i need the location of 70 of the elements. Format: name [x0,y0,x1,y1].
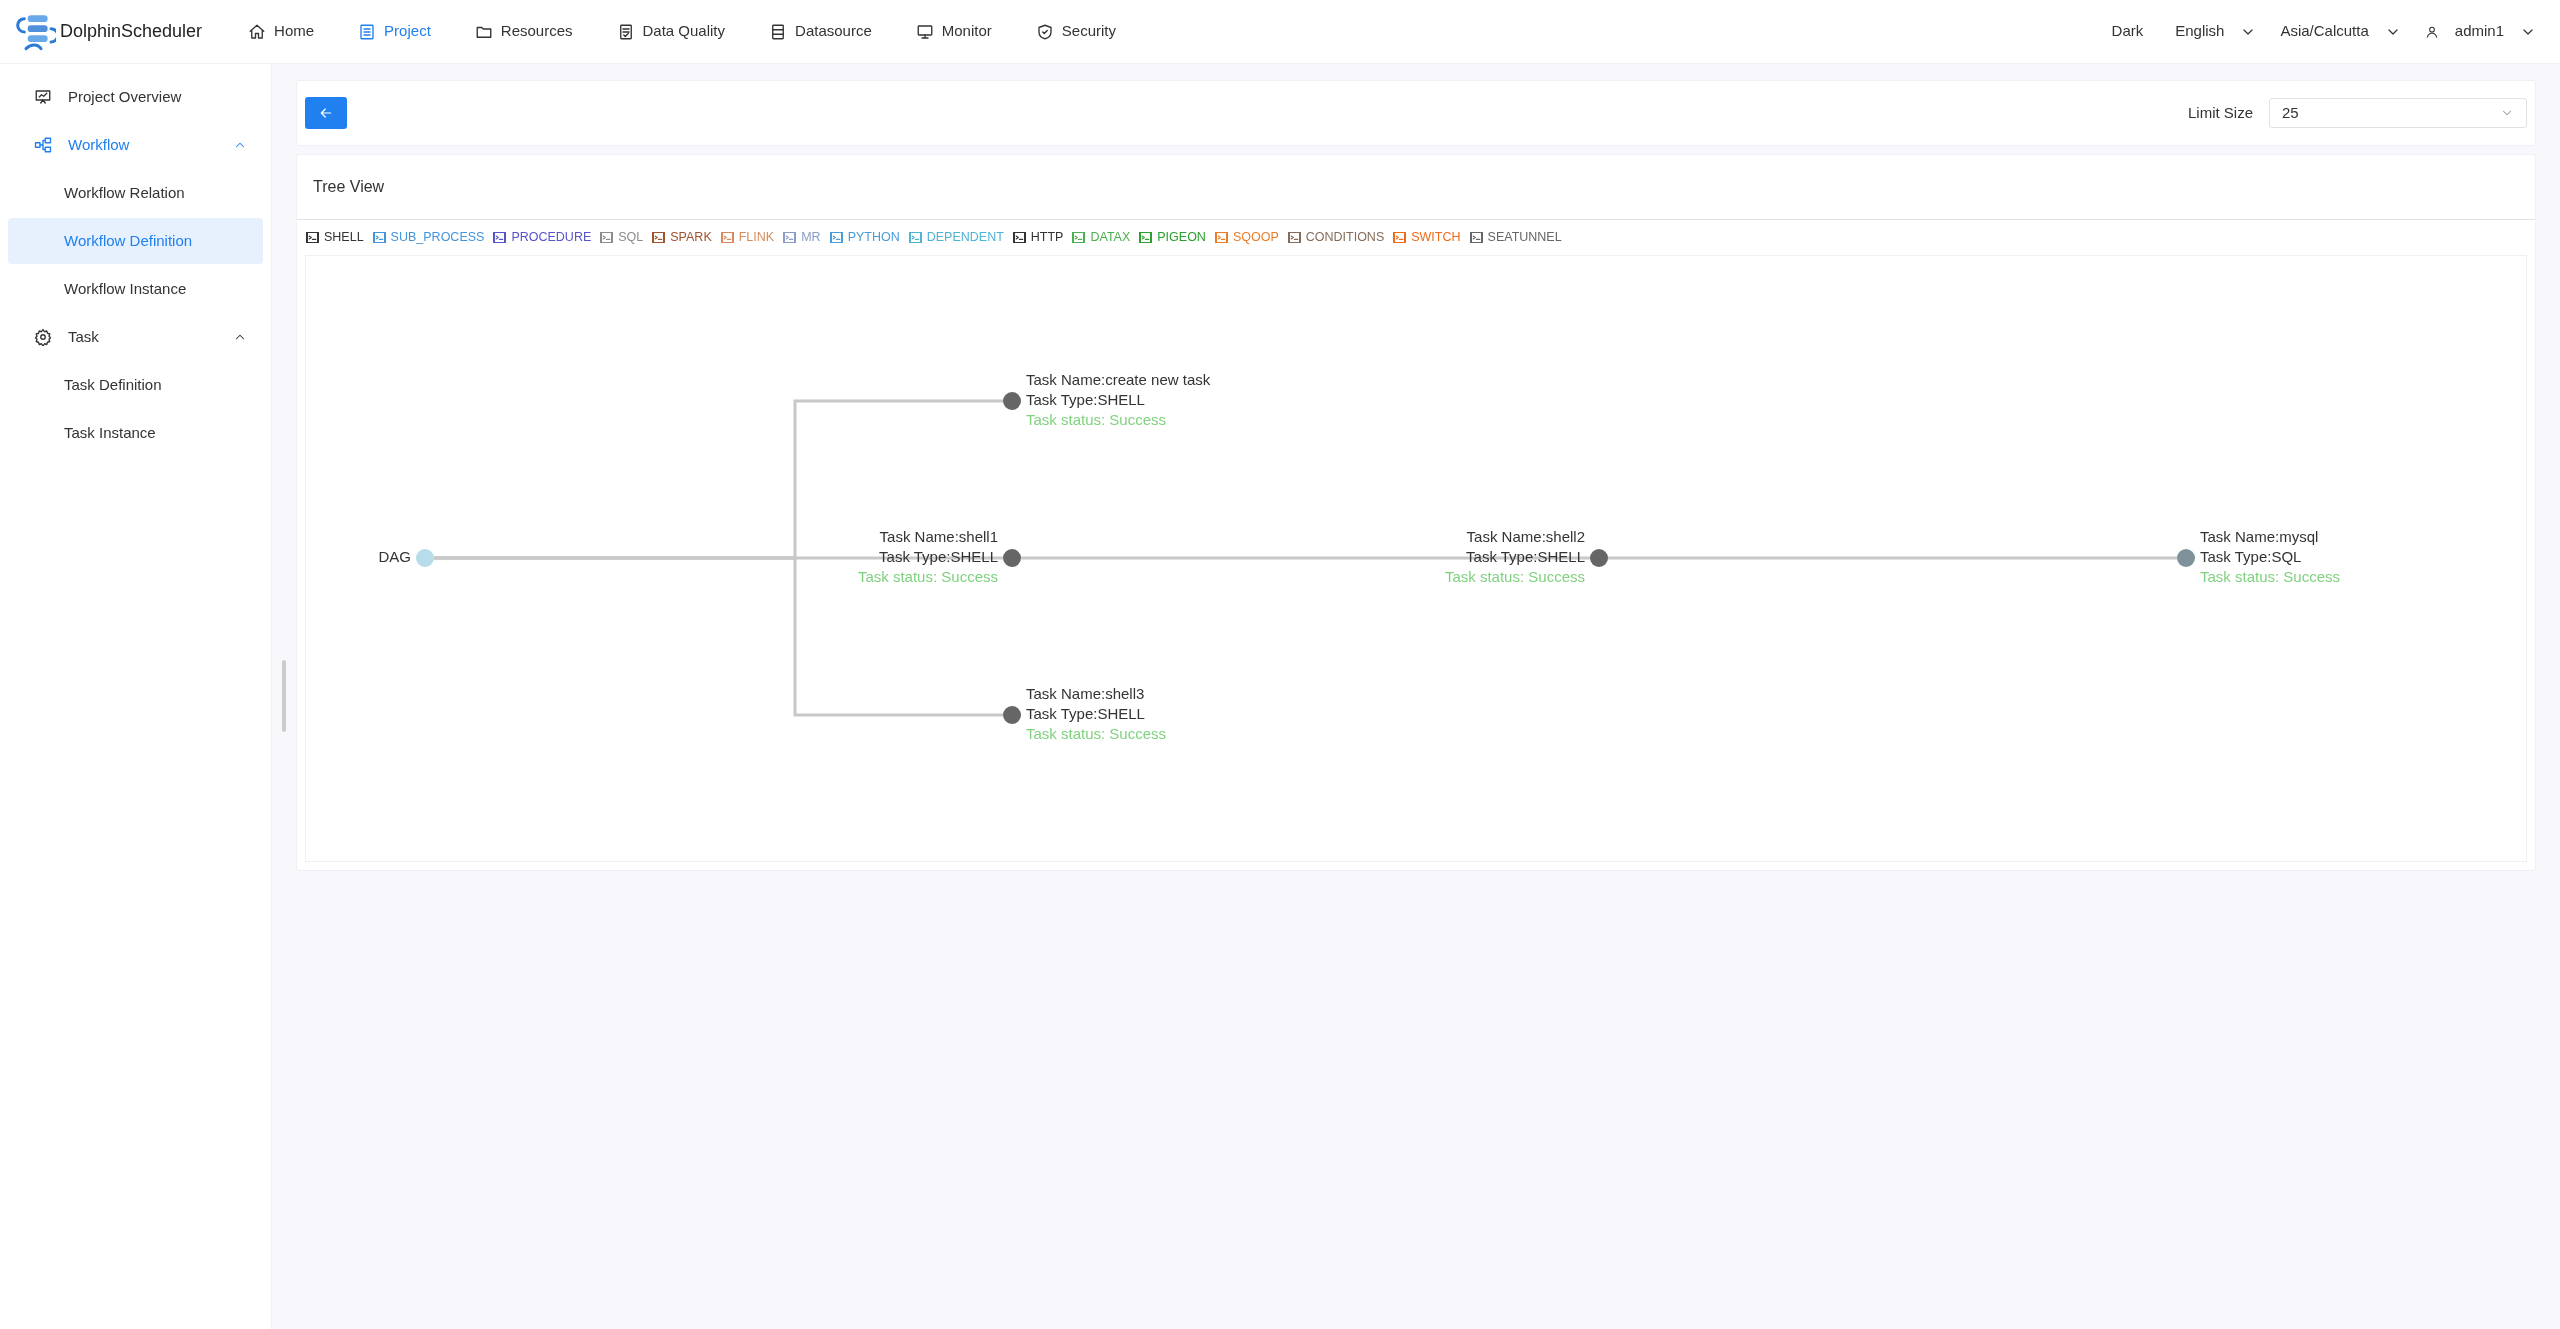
nav-tab[interactable]: Datasource [747,0,894,64]
task-name-label: Task Name:shell2 [1466,527,1585,545]
task-status-label: Task status: Success [1444,567,1585,585]
shield-icon [1035,22,1054,41]
user-menu[interactable]: admin1 [2424,0,2536,64]
presentation-icon [34,88,52,106]
legend-label: SEATUNNEL [1487,229,1562,246]
sidebar-item[interactable]: Workflow Instance [8,266,263,312]
task-status-label: Task status: Success [2200,567,2341,585]
legend-label: SQOOP [1232,229,1279,246]
tree-node-dot[interactable] [1590,548,1608,567]
tree-node-dot[interactable] [1003,548,1021,567]
node-label: DAG [378,547,411,565]
legend-label: DATAX [1090,229,1131,246]
task-type-label: Task Type:SHELL [1026,704,1145,722]
nav-tab[interactable]: Home [226,0,337,64]
legend-label: MR [801,229,821,246]
nav-tab[interactable]: Data Quality [594,0,748,64]
task-name-label: Task Name:shell3 [1026,684,1145,702]
task-type-label: Task Type:SHELL [879,547,998,565]
home-icon [248,22,267,41]
task-name-label: Task Name:create new task [1026,370,1211,388]
task-name-label: Task Name:mysql [2200,527,2319,545]
task-type-label: Task Type:SHELL [1026,390,1145,408]
sidebar-item[interactable]: Task Instance [8,410,263,456]
brand-name: DolphinScheduler [60,20,203,43]
legend-label: PIGEON [1157,229,1206,246]
language-dropdown[interactable]: English [2175,0,2257,64]
list-icon [358,22,377,41]
resize-handle[interactable] [282,660,286,732]
legend-label: SUB_PROCESS [390,229,485,246]
user-icon [2424,24,2439,39]
legend-label: FLINK [738,229,775,246]
legend-label: PYTHON [847,229,900,246]
tree-node-dot[interactable] [1003,391,1021,410]
legend-label: DEPENDENT [926,229,1004,246]
tree-node-dot[interactable] [1003,705,1021,724]
limit-size-select[interactable]: 25 [2269,98,2527,128]
task-type-label: Task Type:SHELL [1466,547,1585,565]
task-status-label: Task status: Success [1026,410,1167,428]
nav-tab[interactable]: Resources [452,0,595,64]
card-title: Tree View [313,178,385,195]
task-status-label: Task status: Success [1026,724,1167,742]
sidebar-item[interactable]: Workflow [8,122,263,168]
nav-tab[interactable]: Security [1013,0,1138,64]
legend-label: CONDITIONS [1305,229,1385,246]
timezone-dropdown[interactable]: Asia/Calcutta [2280,0,2401,64]
legend-label: HTTP [1030,229,1064,246]
flow-icon [34,136,52,154]
nav-tab[interactable]: Project [336,0,453,64]
sidebar-item[interactable]: Project Overview [8,74,263,120]
arrow-left-icon [318,105,334,121]
gear-icon [34,328,52,346]
legend-label: SWITCH [1411,229,1461,246]
legend-label: PROCEDURE [511,229,592,246]
sidebar-item[interactable]: Workflow Relation [8,170,263,216]
sidebar-item[interactable]: Task Definition [8,362,263,408]
task-status-label: Task status: Success [857,567,998,585]
tree-node-dot[interactable] [416,548,434,567]
limit-size-label: Limit Size [2187,102,2253,123]
task-name-label: Task Name:shell1 [879,527,998,545]
sidebar-item[interactable]: Task [8,314,263,360]
legend-label: SHELL [324,229,364,246]
monitor-icon [915,22,934,41]
task-type-label: Task Type:SQL [2200,547,2302,565]
nav-tab[interactable]: Monitor [893,0,1014,64]
legend-label: SQL [618,229,644,246]
theme-toggle[interactable]: Dark [2111,0,2144,64]
legend-label: SPARK [670,229,712,246]
tree-node-dot[interactable] [2177,548,2195,567]
